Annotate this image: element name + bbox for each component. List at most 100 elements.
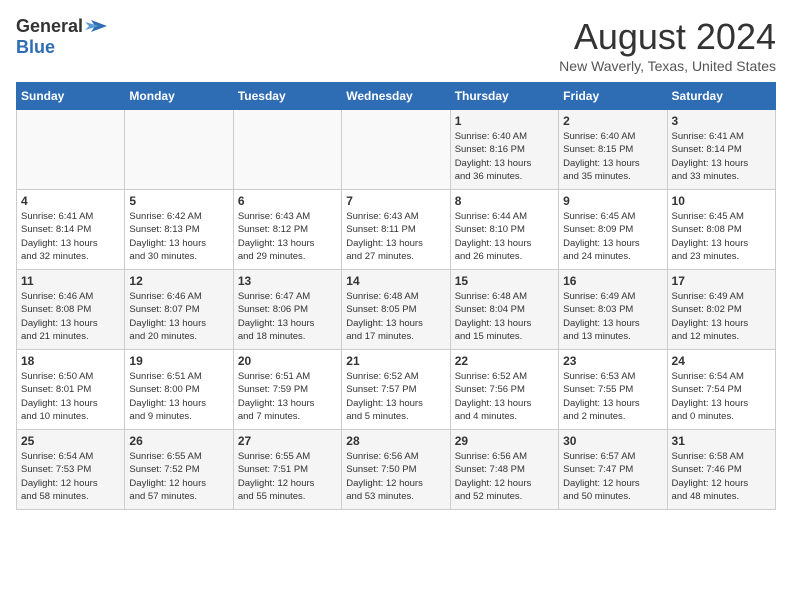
day-info: Sunrise: 6:53 AM Sunset: 7:55 PM Dayligh… [563, 370, 662, 423]
day-info: Sunrise: 6:55 AM Sunset: 7:52 PM Dayligh… [129, 450, 228, 503]
day-number: 7 [346, 194, 445, 208]
calendar-cell: 31 Sunrise: 6:58 AM Sunset: 7:46 PM Dayli… [667, 430, 775, 510]
day-number: 22 [455, 354, 554, 368]
day-info: Sunrise: 6:41 AM Sunset: 8:14 PM Dayligh… [21, 210, 120, 263]
calendar-cell: 26 Sunrise: 6:55 AM Sunset: 7:52 PM Dayli… [125, 430, 233, 510]
calendar-cell: 23 Sunrise: 6:53 AM Sunset: 7:55 PM Dayli… [559, 350, 667, 430]
calendar-cell [17, 110, 125, 190]
logo-general-text: General [16, 16, 83, 37]
calendar-cell: 20Sunrise: 6:51 AM Sunset: 7:59 PM Dayli… [233, 350, 341, 430]
day-number: 18 [21, 354, 120, 368]
calendar-cell: 1 Sunrise: 6:40 AM Sunset: 8:16 PM Daylig… [450, 110, 558, 190]
calendar-cell: 21Sunrise: 6:52 AM Sunset: 7:57 PM Dayli… [342, 350, 450, 430]
calendar-week-4: 18 Sunrise: 6:50 AM Sunset: 8:01 PM Dayli… [17, 350, 776, 430]
day-number: 20 [238, 354, 337, 368]
day-number: 21 [346, 354, 445, 368]
calendar-cell: 7 Sunrise: 6:43 AM Sunset: 8:11 PM Daylig… [342, 190, 450, 270]
day-number: 6 [238, 194, 337, 208]
day-number: 23 [563, 354, 662, 368]
day-number: 24 [672, 354, 771, 368]
day-info: Sunrise: 6:49 AM Sunset: 8:03 PM Dayligh… [563, 290, 662, 343]
calendar-cell: 5Sunrise: 6:42 AM Sunset: 8:13 PM Daylig… [125, 190, 233, 270]
day-info: Sunrise: 6:48 AM Sunset: 8:04 PM Dayligh… [455, 290, 554, 343]
day-number: 1 [455, 114, 554, 128]
day-number: 12 [129, 274, 228, 288]
day-info: Sunrise: 6:46 AM Sunset: 8:08 PM Dayligh… [21, 290, 120, 343]
day-info: Sunrise: 6:46 AM Sunset: 8:07 PM Dayligh… [129, 290, 228, 343]
calendar-week-2: 4 Sunrise: 6:41 AM Sunset: 8:14 PM Daylig… [17, 190, 776, 270]
calendar-cell: 9Sunrise: 6:45 AM Sunset: 8:09 PM Daylig… [559, 190, 667, 270]
day-number: 26 [129, 434, 228, 448]
day-info: Sunrise: 6:51 AM Sunset: 8:00 PM Dayligh… [129, 370, 228, 423]
calendar-cell [233, 110, 341, 190]
calendar-body: 1 Sunrise: 6:40 AM Sunset: 8:16 PM Daylig… [17, 110, 776, 510]
day-number: 28 [346, 434, 445, 448]
calendar-week-3: 11 Sunrise: 6:46 AM Sunset: 8:08 PM Dayli… [17, 270, 776, 350]
day-info: Sunrise: 6:43 AM Sunset: 8:11 PM Dayligh… [346, 210, 445, 263]
weekday-header-thursday: Thursday [450, 83, 558, 110]
day-info: Sunrise: 6:43 AM Sunset: 8:12 PM Dayligh… [238, 210, 337, 263]
weekday-header-sunday: Sunday [17, 83, 125, 110]
day-info: Sunrise: 6:56 AM Sunset: 7:48 PM Dayligh… [455, 450, 554, 503]
day-number: 4 [21, 194, 120, 208]
day-info: Sunrise: 6:52 AM Sunset: 7:56 PM Dayligh… [455, 370, 554, 423]
day-number: 27 [238, 434, 337, 448]
day-number: 16 [563, 274, 662, 288]
logo-blue-text: Blue [16, 37, 55, 57]
day-number: 11 [21, 274, 120, 288]
calendar-cell: 2 Sunrise: 6:40 AM Sunset: 8:15 PM Daylig… [559, 110, 667, 190]
day-info: Sunrise: 6:50 AM Sunset: 8:01 PM Dayligh… [21, 370, 120, 423]
day-info: Sunrise: 6:54 AM Sunset: 7:54 PM Dayligh… [672, 370, 771, 423]
title-area: August 2024 New Waverly, Texas, United S… [559, 16, 776, 74]
calendar-cell: 15Sunrise: 6:48 AM Sunset: 8:04 PM Dayli… [450, 270, 558, 350]
calendar-cell: 8Sunrise: 6:44 AM Sunset: 8:10 PM Daylig… [450, 190, 558, 270]
day-number: 25 [21, 434, 120, 448]
day-number: 3 [672, 114, 771, 128]
day-info: Sunrise: 6:40 AM Sunset: 8:16 PM Dayligh… [455, 130, 554, 183]
weekday-header-monday: Monday [125, 83, 233, 110]
calendar-cell: 16 Sunrise: 6:49 AM Sunset: 8:03 PM Dayli… [559, 270, 667, 350]
calendar-cell: 10Sunrise: 6:45 AM Sunset: 8:08 PM Dayli… [667, 190, 775, 270]
header: General Blue August 2024 New Waverly, Te… [16, 16, 776, 74]
day-number: 14 [346, 274, 445, 288]
day-info: Sunrise: 6:55 AM Sunset: 7:51 PM Dayligh… [238, 450, 337, 503]
day-number: 17 [672, 274, 771, 288]
day-number: 2 [563, 114, 662, 128]
day-number: 30 [563, 434, 662, 448]
calendar-cell: 30 Sunrise: 6:57 AM Sunset: 7:47 PM Dayli… [559, 430, 667, 510]
calendar-header: SundayMondayTuesdayWednesdayThursdayFrid… [17, 83, 776, 110]
day-number: 19 [129, 354, 228, 368]
day-number: 9 [563, 194, 662, 208]
weekday-header-saturday: Saturday [667, 83, 775, 110]
month-title: August 2024 [559, 16, 776, 58]
calendar-cell: 12 Sunrise: 6:46 AM Sunset: 8:07 PM Dayli… [125, 270, 233, 350]
weekday-header-wednesday: Wednesday [342, 83, 450, 110]
weekday-header-tuesday: Tuesday [233, 83, 341, 110]
weekday-header-row: SundayMondayTuesdayWednesdayThursdayFrid… [17, 83, 776, 110]
logo: General Blue [16, 16, 107, 58]
calendar-cell: 11 Sunrise: 6:46 AM Sunset: 8:08 PM Dayli… [17, 270, 125, 350]
calendar-cell: 4 Sunrise: 6:41 AM Sunset: 8:14 PM Daylig… [17, 190, 125, 270]
day-info: Sunrise: 6:56 AM Sunset: 7:50 PM Dayligh… [346, 450, 445, 503]
calendar-cell: 29Sunrise: 6:56 AM Sunset: 7:48 PM Dayli… [450, 430, 558, 510]
calendar-cell: 14 Sunrise: 6:48 AM Sunset: 8:05 PM Dayli… [342, 270, 450, 350]
calendar-cell: 6 Sunrise: 6:43 AM Sunset: 8:12 PM Daylig… [233, 190, 341, 270]
calendar-cell: 19 Sunrise: 6:51 AM Sunset: 8:00 PM Dayli… [125, 350, 233, 430]
calendar-table: SundayMondayTuesdayWednesdayThursdayFrid… [16, 82, 776, 510]
day-info: Sunrise: 6:41 AM Sunset: 8:14 PM Dayligh… [672, 130, 771, 183]
location: New Waverly, Texas, United States [559, 58, 776, 74]
day-info: Sunrise: 6:57 AM Sunset: 7:47 PM Dayligh… [563, 450, 662, 503]
day-info: Sunrise: 6:48 AM Sunset: 8:05 PM Dayligh… [346, 290, 445, 343]
day-number: 31 [672, 434, 771, 448]
logo-bird-icon [85, 18, 107, 36]
calendar-cell: 24 Sunrise: 6:54 AM Sunset: 7:54 PM Dayli… [667, 350, 775, 430]
day-info: Sunrise: 6:58 AM Sunset: 7:46 PM Dayligh… [672, 450, 771, 503]
day-number: 5 [129, 194, 228, 208]
day-info: Sunrise: 6:54 AM Sunset: 7:53 PM Dayligh… [21, 450, 120, 503]
calendar-week-1: 1 Sunrise: 6:40 AM Sunset: 8:16 PM Daylig… [17, 110, 776, 190]
weekday-header-friday: Friday [559, 83, 667, 110]
day-info: Sunrise: 6:44 AM Sunset: 8:10 PM Dayligh… [455, 210, 554, 263]
calendar-cell: 27 Sunrise: 6:55 AM Sunset: 7:51 PM Dayli… [233, 430, 341, 510]
day-info: Sunrise: 6:40 AM Sunset: 8:15 PM Dayligh… [563, 130, 662, 183]
calendar-cell [342, 110, 450, 190]
